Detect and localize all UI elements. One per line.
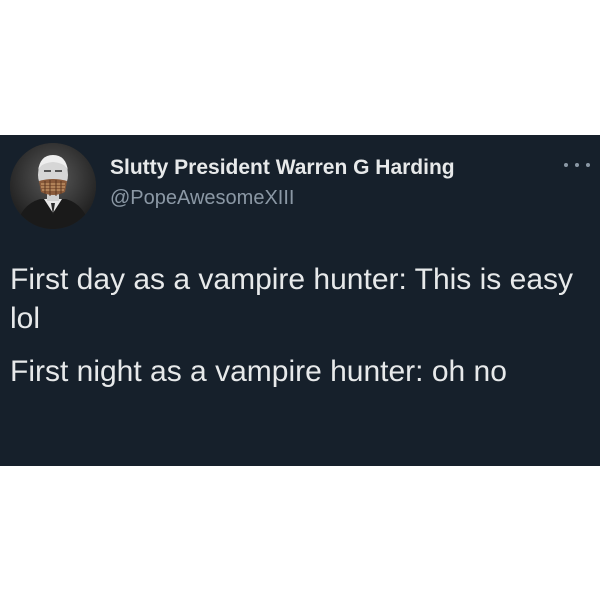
tweet-paragraph: First day as a vampire hunter: This is e…	[10, 263, 573, 335]
author-display-name[interactable]: Slutty President Warren G Harding	[110, 156, 455, 180]
tweet-card: Slutty President Warren G Harding @PopeA…	[0, 135, 600, 466]
more-options-icon[interactable]	[564, 157, 590, 173]
tweet-paragraph: First night as a vampire hunter: oh no	[10, 355, 507, 388]
author-handle[interactable]: @PopeAwesomeXIII	[110, 187, 294, 210]
avatar[interactable]	[10, 143, 96, 229]
tweet-body: First day as a vampire hunter: This is e…	[10, 260, 585, 405]
dot	[575, 163, 579, 167]
avatar-portrait-image	[10, 143, 96, 229]
dot	[586, 163, 590, 167]
dot	[564, 163, 568, 167]
